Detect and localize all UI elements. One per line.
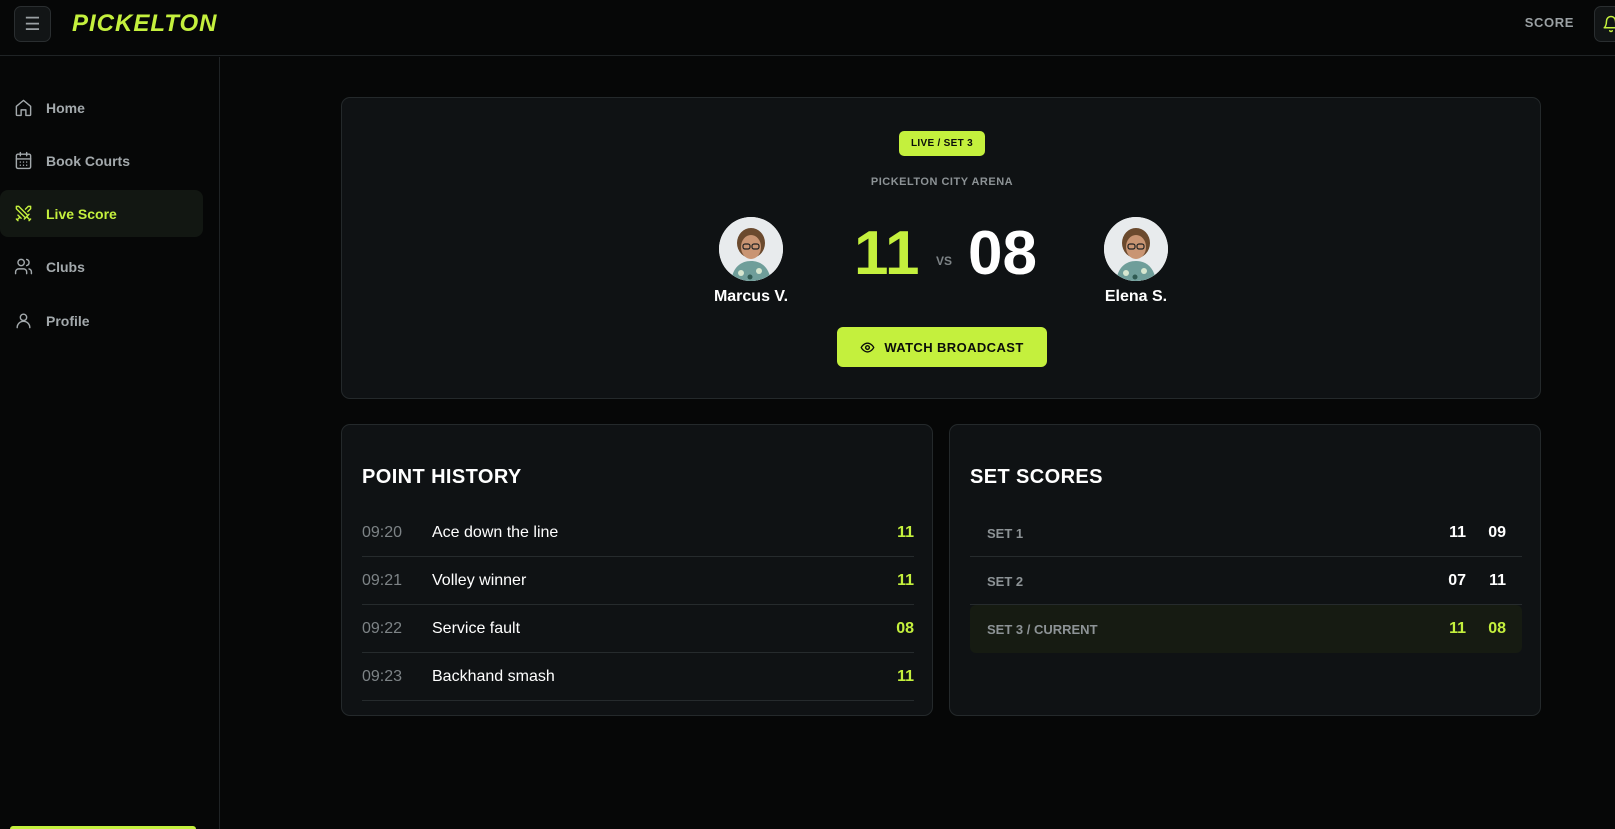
live-set-badge: LIVE / SET 3 (899, 131, 985, 156)
history-time: 09:20 (362, 524, 403, 541)
set-score-b: 11 (1489, 572, 1506, 589)
sidebar-item-home[interactable]: Home (0, 84, 203, 131)
vs-label: VS (936, 254, 953, 268)
history-desc: Volley winner (432, 572, 527, 589)
score-link[interactable]: SCORE (1525, 15, 1574, 30)
set-label: SET 1 (987, 526, 1024, 541)
live-score-card: LIVE / SET 3 PICKELTON CITY ARENA Marcus… (341, 97, 1541, 399)
menu-button[interactable]: ☰ (14, 6, 51, 42)
history-time: 09:22 (362, 620, 403, 637)
set-score-a: 11 (1449, 620, 1466, 637)
sidebar-item-profile[interactable]: Profile (0, 297, 203, 344)
history-desc: Service fault (432, 620, 521, 637)
set-row-current: SET 3 / CURRENT 11 08 (970, 605, 1522, 653)
hamburger-icon: ☰ (24, 13, 41, 34)
history-score: 08 (896, 620, 914, 637)
calendar-icon (15, 151, 32, 170)
brand-logo[interactable]: PICKELTON (72, 10, 217, 38)
player-photo (719, 217, 783, 281)
history-row: 09:23 Backhand smash 11 (362, 653, 914, 701)
sidebar-item-label: Clubs (46, 258, 85, 275)
bell-icon (1603, 15, 1615, 33)
set-scores-card: SET SCORES SET 1 11 09 SET 2 07 11 SET 3… (949, 424, 1541, 716)
history-row: 09:20 Ace down the line 11 (362, 509, 914, 557)
sidebar-item-label: Book Courts (46, 152, 130, 169)
history-desc: Ace down the line (432, 524, 559, 541)
player-b-score: 08 (968, 219, 1037, 288)
sidebar-item-book-courts[interactable]: Book Courts (0, 137, 203, 184)
venue-name: PICKELTON CITY ARENA (870, 176, 1014, 188)
set-scores-title: SET SCORES (970, 466, 1103, 488)
set-score-a: 11 (1449, 524, 1466, 541)
point-history-title: POINT HISTORY (362, 466, 522, 488)
set-label: SET 2 (987, 574, 1024, 589)
history-score: 11 (897, 524, 914, 541)
sidebar-item-label: Profile (46, 312, 90, 329)
top-bar: ☰ PICKELTON SCORE (0, 0, 1615, 56)
history-score: 11 (897, 572, 914, 589)
avatar-player-a[interactable] (719, 217, 783, 281)
set-score-a: 07 (1448, 572, 1466, 589)
eye-icon (860, 341, 875, 353)
swords-icon (15, 205, 32, 222)
sidebar-item-label: Home (46, 99, 85, 116)
set-score-b: 08 (1488, 620, 1506, 637)
user-icon (16, 313, 31, 329)
set-score-b: 09 (1488, 524, 1506, 541)
history-row: 09:22 Service fault 08 (362, 605, 914, 653)
set-row: SET 2 07 11 (970, 557, 1522, 605)
sidebar-item-clubs[interactable]: Clubs (0, 243, 203, 290)
history-time: 09:21 (362, 572, 403, 589)
set-label: SET 3 / CURRENT (987, 622, 1098, 637)
sidebar: Home Book Courts Live Score Clubs Profil… (0, 57, 220, 829)
history-time: 09:23 (362, 668, 403, 685)
watch-broadcast-button[interactable]: WATCH BROADCAST (837, 327, 1047, 367)
history-row: 09:21 Volley winner 11 (362, 557, 914, 605)
player-b-name: Elena S. (1104, 288, 1168, 305)
sidebar-item-label: Live Score (46, 205, 117, 222)
player-photo (1104, 217, 1168, 281)
set-row: SET 1 11 09 (970, 509, 1522, 557)
home-icon (15, 99, 32, 117)
point-history-card: POINT HISTORY 09:20 Ace down the line 11… (341, 424, 933, 716)
notifications-button[interactable] (1594, 6, 1615, 42)
player-a-name: Marcus V. (713, 288, 789, 305)
watch-broadcast-label: WATCH BROADCAST (884, 339, 1024, 355)
users-icon (14, 258, 33, 275)
history-desc: Backhand smash (432, 668, 555, 685)
history-score: 11 (897, 668, 914, 685)
player-a-score: 11 (854, 219, 920, 288)
sidebar-item-live-score[interactable]: Live Score (0, 190, 203, 237)
avatar-player-b[interactable] (1104, 217, 1168, 281)
